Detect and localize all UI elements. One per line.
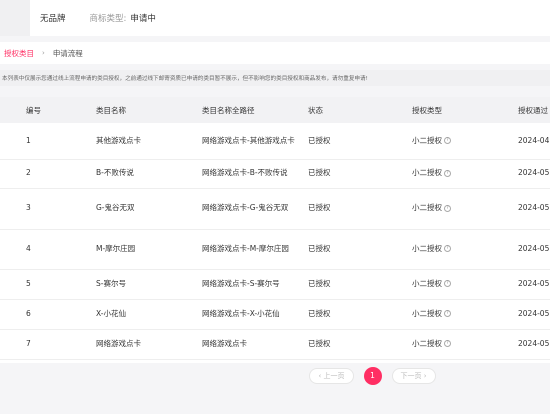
tab-separator: ›	[42, 49, 45, 57]
cell-id: 6	[0, 299, 96, 330]
cell-status: 已授权	[308, 269, 412, 300]
cell-id: 5	[0, 269, 96, 300]
cell-category-path: 网络游戏点卡-其他游戏点卡	[202, 123, 308, 160]
cell-auth-type: 小二授权?	[412, 188, 518, 230]
cell-category-path: 网络游戏点卡-G-鬼谷无双	[202, 188, 308, 230]
page-number-current[interactable]: 1	[363, 367, 382, 385]
column-header-auth-date: 授权通过	[518, 97, 550, 123]
table-row: 2 B-不败传说 网络游戏点卡-B-不败传说 已授权 小二授权? 2024-05	[0, 159, 550, 189]
cell-status: 已授权	[308, 159, 412, 189]
cell-auth-date: 2024-04	[518, 123, 550, 160]
cell-status: 已授权	[308, 123, 412, 160]
column-header-id: 编号	[0, 97, 96, 123]
question-circle-icon[interactable]: ?	[444, 340, 451, 348]
table-row: 6 X-小花仙 网络游戏点卡-X-小花仙 已授权 小二授权? 2024-05	[0, 299, 550, 330]
cell-auth-type: 小二授权?	[412, 269, 518, 300]
cell-category-path: 网络游戏点卡	[202, 329, 308, 360]
brand-name: 无品牌	[40, 14, 66, 24]
auth-type-text: 小二授权	[412, 278, 442, 288]
cell-auth-date: 2024-05	[518, 329, 550, 360]
table-header-row: 编号 类目名称 类目名称全路径 状态 授权类型 授权通过	[0, 97, 550, 123]
cell-auth-type: 小二授权?	[412, 299, 518, 330]
auth-type-text: 小二授权	[412, 243, 442, 253]
trademark-type-label: 商标类型:	[89, 14, 127, 24]
auth-type-text: 小二授权	[412, 135, 442, 145]
column-header-category-name: 类目名称	[96, 97, 202, 123]
cell-category-path: 网络游戏点卡-X-小花仙	[202, 299, 308, 330]
cell-id: 3	[0, 188, 96, 230]
question-circle-icon[interactable]: ?	[444, 204, 451, 212]
question-circle-icon[interactable]: ?	[444, 310, 451, 318]
cell-category-name: 其他游戏点卡	[96, 123, 202, 160]
table-row: 1 其他游戏点卡 网络游戏点卡-其他游戏点卡 已授权 小二授权? 2024-04	[0, 123, 550, 160]
cell-auth-date: 2024-05	[518, 188, 550, 230]
cell-category-name: B-不败传说	[96, 159, 202, 189]
cell-auth-date: 2024-05	[518, 229, 550, 270]
question-circle-icon[interactable]: ?	[444, 137, 451, 145]
cell-id: 4	[0, 229, 96, 270]
table-row: 7 网络游戏点卡 网络游戏点卡 已授权 小二授权? 2024-05	[0, 329, 550, 360]
trademark-type-value: 申请中	[130, 14, 156, 24]
cell-id: 2	[0, 159, 96, 189]
question-circle-icon[interactable]: ?	[444, 169, 451, 177]
cell-category-path: 网络游戏点卡-M-摩尔庄园	[202, 229, 308, 270]
auth-type-text: 小二授权	[412, 168, 442, 178]
auth-type-text: 小二授权	[412, 308, 442, 318]
pagination: ‹ 上一页 1 下一页 ›	[0, 363, 550, 389]
cell-auth-type: 小二授权?	[412, 229, 518, 270]
column-header-auth-type: 授权类型	[412, 97, 518, 123]
table-row: 4 M-摩尔庄园 网络游戏点卡-M-摩尔庄园 已授权 小二授权? 2024-05	[0, 229, 550, 270]
cell-status: 已授权	[308, 329, 412, 360]
cell-category-name: S-赛尔号	[96, 269, 202, 300]
cell-auth-type: 小二授权?	[412, 123, 518, 160]
tab-bar: 授权类目 › 申请流程	[0, 42, 550, 64]
prev-page-button[interactable]: ‹ 上一页	[309, 368, 354, 384]
cell-auth-type: 小二授权?	[412, 159, 518, 189]
cell-status: 已授权	[308, 229, 412, 270]
cell-category-name: G-鬼谷无双	[96, 188, 202, 230]
column-header-category-path: 类目名称全路径	[202, 97, 308, 123]
tab-authorized-categories[interactable]: 授权类目	[0, 48, 38, 59]
next-page-button[interactable]: 下一页 ›	[391, 368, 436, 384]
cell-auth-date: 2024-05	[518, 159, 550, 189]
category-table: 编号 类目名称 类目名称全路径 状态 授权类型 授权通过 1 其他游戏点卡 网络…	[0, 97, 550, 363]
cell-status: 已授权	[308, 299, 412, 330]
cell-category-name: M-摩尔庄园	[96, 229, 202, 270]
cell-status: 已授权	[308, 188, 412, 230]
cell-category-path: 网络游戏点卡-S-赛尔号	[202, 269, 308, 300]
cell-id: 1	[0, 123, 96, 160]
cell-auth-type: 小二授权?	[412, 329, 518, 360]
tab-application-process[interactable]: 申请流程	[49, 48, 87, 59]
question-circle-icon[interactable]: ?	[444, 280, 451, 288]
auth-type-text: 小二授权	[412, 203, 442, 213]
cell-auth-date: 2024-05	[518, 269, 550, 300]
column-header-status: 状态	[308, 97, 412, 123]
notice-banner: 本列表中仅展示您通过线上流程申请的类目授权，之前通过线下邮寄资质已申请的类目暂不…	[0, 70, 550, 86]
brand-thumbnail	[0, 0, 30, 36]
cell-auth-date: 2024-05	[518, 299, 550, 330]
cell-category-path: 网络游戏点卡-B-不败传说	[202, 159, 308, 189]
cell-id: 7	[0, 329, 96, 360]
cell-category-name: 网络游戏点卡	[96, 329, 202, 360]
question-circle-icon[interactable]: ?	[444, 245, 451, 253]
top-bar: 无品牌 商标类型: 申请中	[0, 0, 550, 36]
table-row: 5 S-赛尔号 网络游戏点卡-S-赛尔号 已授权 小二授权? 2024-05	[0, 269, 550, 300]
auth-type-text: 小二授权	[412, 338, 442, 348]
table-row: 3 G-鬼谷无双 网络游戏点卡-G-鬼谷无双 已授权 小二授权? 2024-05	[0, 188, 550, 230]
cell-category-name: X-小花仙	[96, 299, 202, 330]
